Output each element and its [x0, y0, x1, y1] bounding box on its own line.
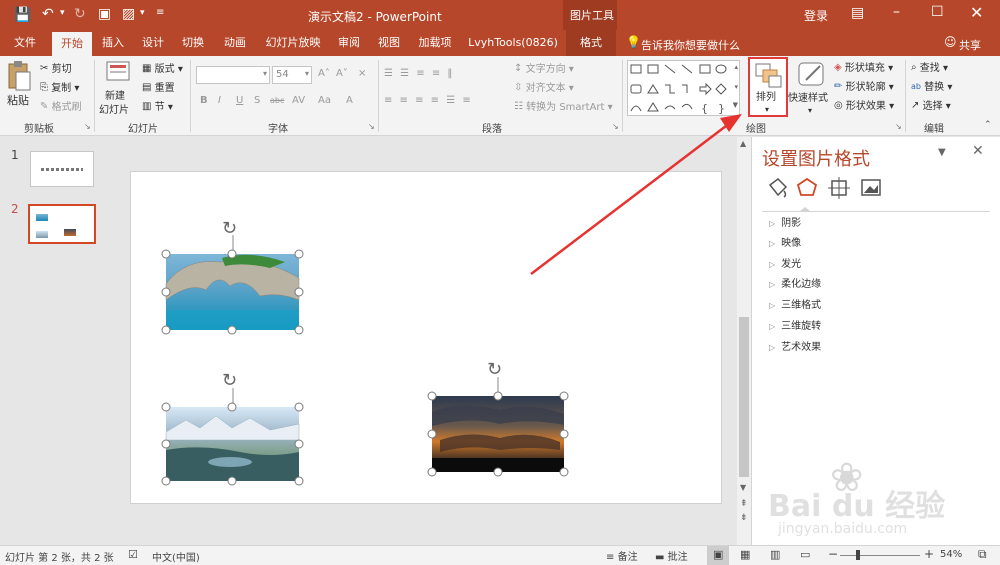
fit-slide-icon[interactable]: ⧉: [978, 547, 987, 562]
picture-arch[interactable]: [165, 254, 300, 330]
pane-section-glow[interactable]: ▷ 发光: [769, 257, 801, 273]
watermark-url: jingyan.baidu.com: [778, 521, 908, 537]
pane-section-label: 映像: [781, 238, 802, 249]
picture-lake[interactable]: [165, 407, 300, 481]
comments-label: 批注: [667, 552, 688, 563]
pane-section-3d-rotation[interactable]: ▷ 三维旋转: [769, 319, 821, 335]
reading-view-icon[interactable]: ▥: [770, 548, 780, 561]
pane-section-label: 三维格式: [781, 300, 822, 311]
pane-divider: [762, 211, 990, 212]
previous-slide-icon[interactable]: ⇞: [740, 499, 748, 509]
effects-icon[interactable]: [796, 177, 818, 196]
pane-section-3d-format[interactable]: ▷ 三维格式: [769, 298, 821, 314]
expand-icon: ▷: [769, 343, 776, 352]
scroll-up-icon[interactable]: ▲: [740, 139, 746, 148]
zoom-level[interactable]: 54%: [940, 549, 962, 560]
baidu-watermark: ❀ Bai du 经验 jingyan.baidu.com: [768, 455, 998, 545]
size-properties-icon[interactable]: [828, 177, 850, 199]
slide-counter: 幻灯片 第 2 张，共 2 张: [5, 553, 114, 564]
expand-icon: ▷: [769, 219, 776, 228]
pane-section-reflection[interactable]: ▷ 映像: [769, 236, 801, 252]
normal-view-button[interactable]: ▣: [707, 546, 729, 565]
pane-title: 设置图片格式: [762, 149, 870, 170]
annotation-arrow: [530, 114, 742, 275]
slideshow-view-icon[interactable]: ▭: [800, 548, 810, 561]
rotate-handle-icon[interactable]: ↻: [222, 370, 237, 391]
notes-button[interactable]: ≡ 备注: [606, 548, 638, 563]
scrollbar-thumb[interactable]: [739, 317, 749, 477]
zoom-slider[interactable]: [840, 550, 920, 560]
comment-icon: ▬: [655, 552, 665, 563]
pane-close-icon[interactable]: ✕: [972, 143, 984, 159]
format-picture-pane: 设置图片格式 ▼ ✕ ▷ 阴影 ▷ 映像 ▷ 发光 ▷ 柔化边缘 ▷ 三维格式 ▷ 三维旋转…: [751, 137, 1000, 545]
language-indicator[interactable]: 中文(中国): [152, 549, 200, 564]
spellcheck-icon[interactable]: ☑: [128, 548, 138, 561]
pane-options-icon[interactable]: ▼: [938, 147, 946, 158]
pane-section-label: 三维旋转: [781, 321, 822, 332]
rotate-handle-icon[interactable]: ↻: [487, 359, 502, 380]
rotate-handle-icon[interactable]: ↻: [222, 218, 237, 239]
pane-section-label: 柔化边缘: [781, 279, 822, 290]
watermark-brand: Bai du 经验: [768, 489, 946, 524]
notes-icon: ≡: [606, 552, 615, 563]
next-slide-icon[interactable]: ⇟: [740, 513, 748, 523]
expand-icon: ▷: [769, 239, 776, 248]
fill-line-icon[interactable]: [768, 178, 788, 198]
pane-section-label: 发光: [781, 259, 802, 270]
expand-icon: ▷: [769, 280, 776, 289]
expand-icon: ▷: [769, 322, 776, 331]
pane-section-label: 艺术效果: [781, 342, 822, 353]
vertical-scrollbar[interactable]: ▲ ▼ ⇞ ⇟: [737, 137, 751, 545]
notes-label: 备注: [617, 552, 638, 563]
pane-section-soft-edges[interactable]: ▷ 柔化边缘: [769, 277, 821, 293]
comments-button[interactable]: ▬ 批注: [655, 548, 688, 563]
zoom-in-icon[interactable]: +: [924, 547, 934, 561]
normal-view-icon: ▣: [713, 548, 724, 561]
pane-section-shadow[interactable]: ▷ 阴影: [769, 216, 801, 232]
scroll-down-icon[interactable]: ▼: [740, 483, 746, 492]
status-bar: 幻灯片 第 2 张，共 2 张 ☑ 中文(中国) ≡ 备注 ▬ 批注 ▣ ▦ ▥…: [0, 545, 1000, 565]
pane-tabs: [768, 177, 881, 199]
zoom-slider-thumb[interactable]: [856, 550, 860, 560]
zoom-out-icon[interactable]: −: [828, 547, 838, 561]
pane-section-artistic-effects[interactable]: ▷ 艺术效果: [769, 340, 821, 356]
expand-icon: ▷: [769, 301, 776, 310]
picture-sunset[interactable]: [432, 396, 564, 472]
picture-icon[interactable]: [861, 179, 881, 196]
expand-icon: ▷: [769, 260, 776, 269]
pane-section-label: 阴影: [781, 218, 802, 229]
sorter-view-icon[interactable]: ▦: [740, 548, 750, 561]
